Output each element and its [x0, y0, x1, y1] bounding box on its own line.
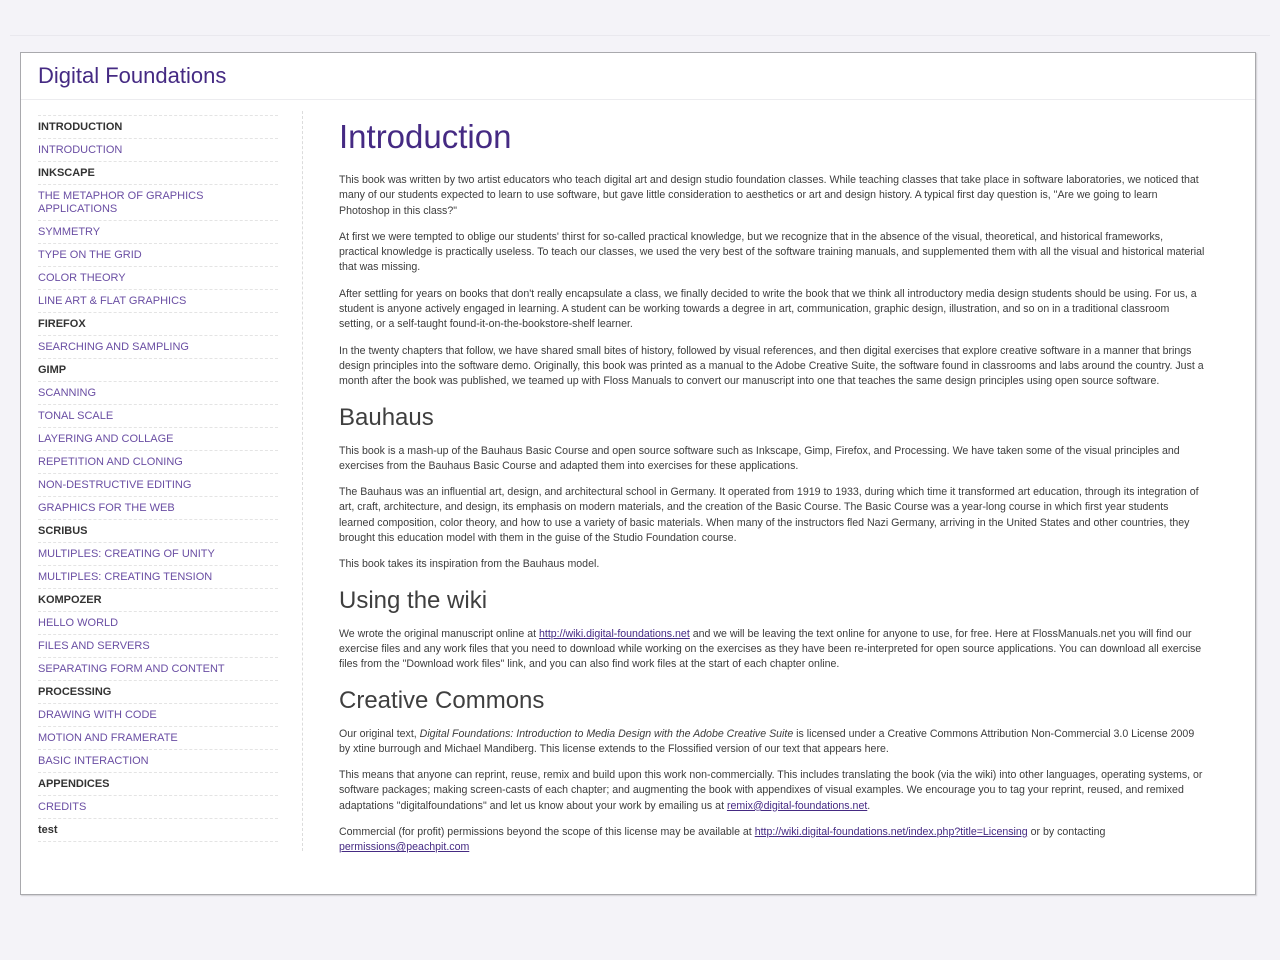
section-heading-wiki: Using the wiki [339, 586, 488, 614]
toc-link[interactable]: MOTION AND FRAMERATE [38, 726, 278, 749]
book-title: Digital Foundations: Introduction to Med… [419, 727, 794, 740]
top-rule [10, 35, 1270, 36]
toc-link[interactable]: GRAPHICS FOR THE WEB [38, 496, 278, 519]
text: . [867, 799, 871, 812]
table-of-contents: INTRODUCTION INTRODUCTION INKSCAPE THE META… [38, 115, 278, 842]
toc-section-heading: GIMP [38, 358, 278, 381]
toc-link[interactable]: DRAWING WITH CODE [38, 703, 278, 726]
site-title-link[interactable]: Digital Foundations [38, 63, 226, 89]
toc-section-heading: INTRODUCTION [38, 115, 278, 138]
intro-paragraph-1: This book was written by two artist educ… [339, 174, 1199, 217]
toc-link[interactable]: SEARCHING AND SAMPLING [38, 335, 278, 358]
book-panel: Digital Foundations INTRODUCTION INTRODUC… [20, 52, 1256, 895]
toc-section-heading: KOMPOZER [38, 588, 278, 611]
cc-paragraph-2: This means that anyone can reprint, reus… [339, 768, 1205, 814]
permissions-email-link[interactable]: permissions@peachpit.com [339, 841, 469, 853]
toc-link[interactable]: REPETITION AND CLONING [38, 450, 278, 473]
text: Commercial (for profit) permissions beyo… [339, 826, 755, 839]
sidebar-divider [302, 111, 303, 851]
chapter-content: Introduction This book was written by tw… [339, 117, 1205, 867]
toc-section-heading: test [38, 818, 278, 842]
toc-link[interactable]: CREDITS [38, 795, 278, 818]
toc-link[interactable]: LAYERING AND COLLAGE [38, 427, 278, 450]
text: We wrote the original manuscript online … [339, 627, 540, 640]
wiki-link[interactable]: http://wiki.digital-foundations.net [539, 628, 690, 640]
toc-link[interactable]: BASIC INTERACTION [38, 749, 278, 772]
cc-paragraph-3: Commercial (for profit) permissions beyo… [339, 825, 1205, 856]
toc-link[interactable]: SYMMETRY [38, 220, 278, 243]
toc-section-heading: SCRIBUS [38, 519, 278, 542]
intro-paragraph-4: In the twenty chapters that follow, we h… [339, 344, 1204, 388]
toc-link[interactable]: FILES AND SERVERS [38, 634, 278, 657]
section-heading-creative-commons: Creative Commons [339, 686, 545, 714]
toc-link[interactable]: LINE ART & FLAT GRAPHICS [38, 289, 278, 312]
toc-link[interactable]: MULTIPLES: CREATING OF UNITY [38, 542, 278, 565]
toc-link[interactable]: MULTIPLES: CREATING TENSION [38, 565, 278, 588]
page-title: Introduction [339, 118, 512, 155]
remix-email-link[interactable]: remix@digital-foundations.net [727, 800, 867, 812]
intro-paragraph-3: After settling for years on books that d… [339, 287, 1197, 331]
toc-section-heading: PROCESSING [38, 680, 278, 703]
toc-link[interactable]: TONAL SCALE [38, 404, 278, 427]
toc-link[interactable]: SEPARATING FORM AND CONTENT [38, 657, 278, 680]
text: Our original text, [339, 727, 420, 740]
header: Digital Foundations [21, 53, 1255, 100]
toc-link[interactable]: INTRODUCTION [38, 138, 278, 161]
intro-paragraph-2: At first we were tempted to oblige our s… [339, 230, 1205, 274]
toc-link[interactable]: HELLO WORLD [38, 611, 278, 634]
bauhaus-paragraph-1: This book is a mash-up of the Bauhaus Ba… [339, 444, 1180, 472]
toc-link[interactable]: NON-DESTRUCTIVE EDITING [38, 473, 278, 496]
toc-link[interactable]: COLOR THEORY [38, 266, 278, 289]
toc-link[interactable]: THE METAPHOR OF GRAPHICS APPLICATIONS [38, 184, 278, 220]
toc-link[interactable]: SCANNING [38, 381, 278, 404]
wiki-paragraph: We wrote the original manuscript online … [339, 627, 1205, 673]
toc-section-heading: INKSCAPE [38, 161, 278, 184]
toc-section-heading: FIREFOX [38, 312, 278, 335]
toc-link[interactable]: TYPE ON THE GRID [38, 243, 278, 266]
cc-paragraph-1: Our original text, Digital Foundations: … [339, 727, 1205, 758]
section-heading-bauhaus: Bauhaus [339, 403, 434, 431]
licensing-link[interactable]: http://wiki.digital-foundations.net/inde… [755, 826, 1028, 838]
bauhaus-paragraph-2: The Bauhaus was an influential art, desi… [339, 486, 1199, 545]
toc-section-heading: APPENDICES [38, 772, 278, 795]
bauhaus-paragraph-3: This book takes its inspiration from the… [339, 558, 600, 571]
text: or by contacting [1027, 826, 1106, 839]
